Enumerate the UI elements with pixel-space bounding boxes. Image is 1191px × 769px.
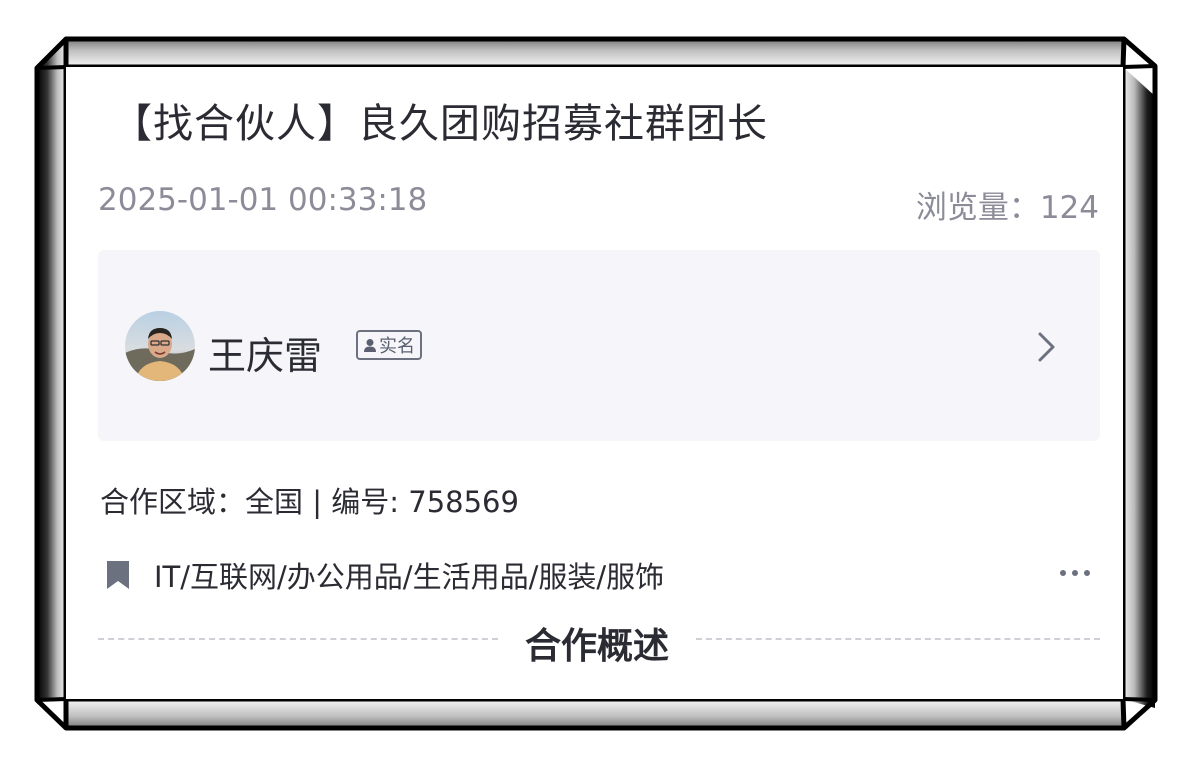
view-count-value: 124 <box>1039 190 1099 226</box>
info-separator: | <box>303 485 332 519</box>
avatar-photo <box>125 311 195 381</box>
view-count: 浏览量：124 <box>916 182 1099 227</box>
serial-number-value: 758569 <box>408 485 519 519</box>
section-divider-right <box>696 638 1100 640</box>
author-profile-link[interactable]: 王庆雷 实名 <box>98 250 1100 441</box>
cooperation-info: 合作区域：全国 | 编号: 758569 <box>100 479 519 521</box>
chevron-right-icon[interactable] <box>1034 330 1060 364</box>
more-dots-icon[interactable] <box>1056 561 1094 585</box>
post-title: 【找合伙人】良久团购招募社群团长 <box>112 101 768 147</box>
category-tags: IT/互联网/办公用品/生活用品/服装/服饰 <box>104 555 664 595</box>
post-datetime: 2025-01-01 00:33:18 <box>98 182 428 218</box>
region-label: 合作区域： <box>100 485 246 519</box>
avatar[interactable] <box>125 311 195 381</box>
region-value: 全国 <box>245 485 304 519</box>
section-divider-left <box>98 638 498 640</box>
serial-number-label: 编号: <box>331 485 409 519</box>
verified-badge: 实名 <box>356 330 422 360</box>
section-title: 合作概述 <box>524 626 669 667</box>
person-icon <box>364 338 376 352</box>
bookmark-icon <box>107 561 129 589</box>
category-tags-text: IT/互联网/办公用品/生活用品/服装/服饰 <box>154 560 665 594</box>
verified-badge-label: 实名 <box>379 336 415 357</box>
view-count-label: 浏览量： <box>915 190 1040 226</box>
post-card: 【找合伙人】良久团购招募社群团长 2025-01-01 00:33:18 浏览量… <box>66 67 1123 699</box>
author-name[interactable]: 王庆雷 <box>208 325 322 380</box>
